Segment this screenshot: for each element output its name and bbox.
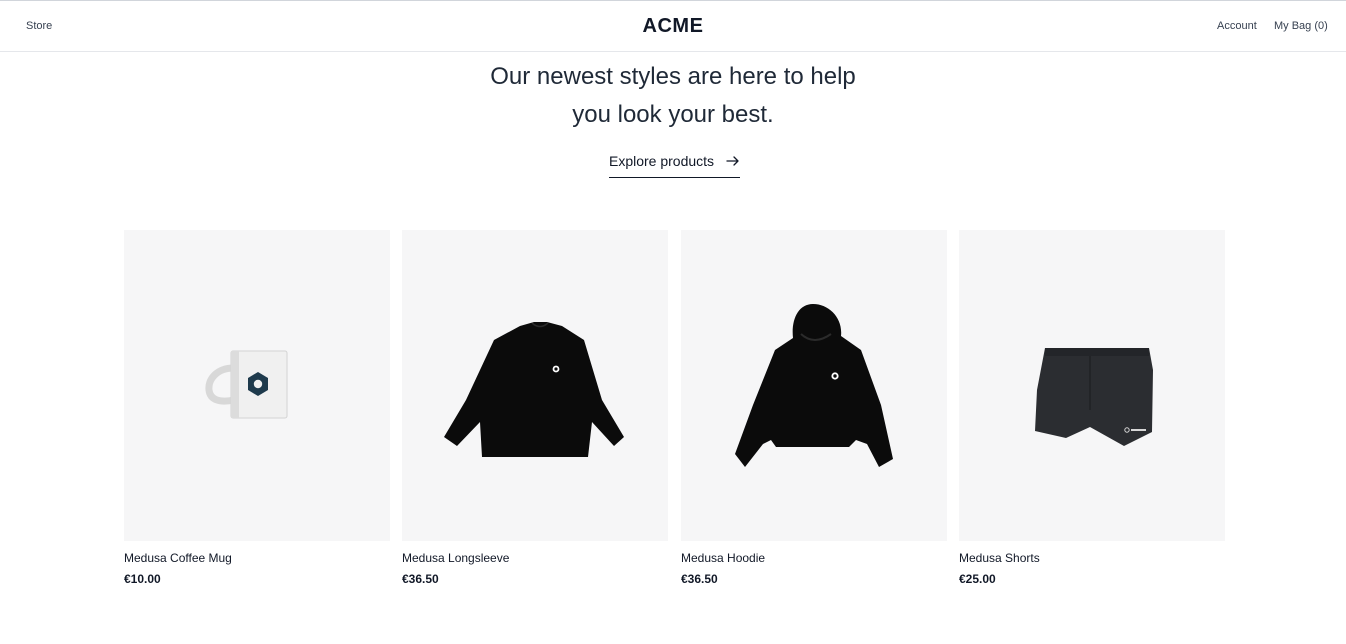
product-price: €10.00 bbox=[124, 572, 161, 586]
explore-products-link[interactable]: Explore products bbox=[609, 150, 740, 178]
product-price: €36.50 bbox=[681, 572, 718, 586]
top-navigation: Store ACME Account My Bag (0) bbox=[0, 0, 1346, 52]
account-link[interactable]: Account bbox=[1217, 20, 1257, 32]
product-title[interactable]: Medusa Shorts bbox=[959, 551, 1225, 565]
product-card[interactable]: Medusa Hoodie €36.50 bbox=[681, 230, 947, 586]
hoodie-image[interactable] bbox=[681, 230, 947, 541]
product-title[interactable]: Medusa Hoodie bbox=[681, 551, 947, 565]
shorts-image[interactable] bbox=[959, 230, 1225, 541]
longsleeve-image[interactable] bbox=[402, 230, 668, 541]
product-title[interactable]: Medusa Coffee Mug bbox=[124, 551, 390, 565]
product-title[interactable]: Medusa Longsleeve bbox=[402, 551, 668, 565]
explore-products-label: Explore products bbox=[609, 153, 715, 169]
product-card[interactable]: Medusa Shorts €25.00 bbox=[959, 230, 1225, 586]
hero-heading-line-1: Our newest styles are here to help bbox=[490, 63, 856, 90]
arrow-right-icon bbox=[726, 153, 740, 168]
brand-logo[interactable]: ACME bbox=[0, 15, 1346, 38]
coffee-mug-image[interactable] bbox=[124, 230, 390, 541]
product-price: €36.50 bbox=[402, 572, 439, 586]
hero-heading-line-2: you look your best. bbox=[572, 101, 774, 128]
hero-section: Our newest styles are here to help you l… bbox=[0, 58, 1346, 134]
bag-link[interactable]: My Bag (0) bbox=[1274, 20, 1328, 32]
product-price: €25.00 bbox=[959, 572, 996, 586]
product-card[interactable]: Medusa Longsleeve €36.50 bbox=[402, 230, 668, 586]
product-card[interactable]: Medusa Coffee Mug €10.00 bbox=[124, 230, 390, 586]
